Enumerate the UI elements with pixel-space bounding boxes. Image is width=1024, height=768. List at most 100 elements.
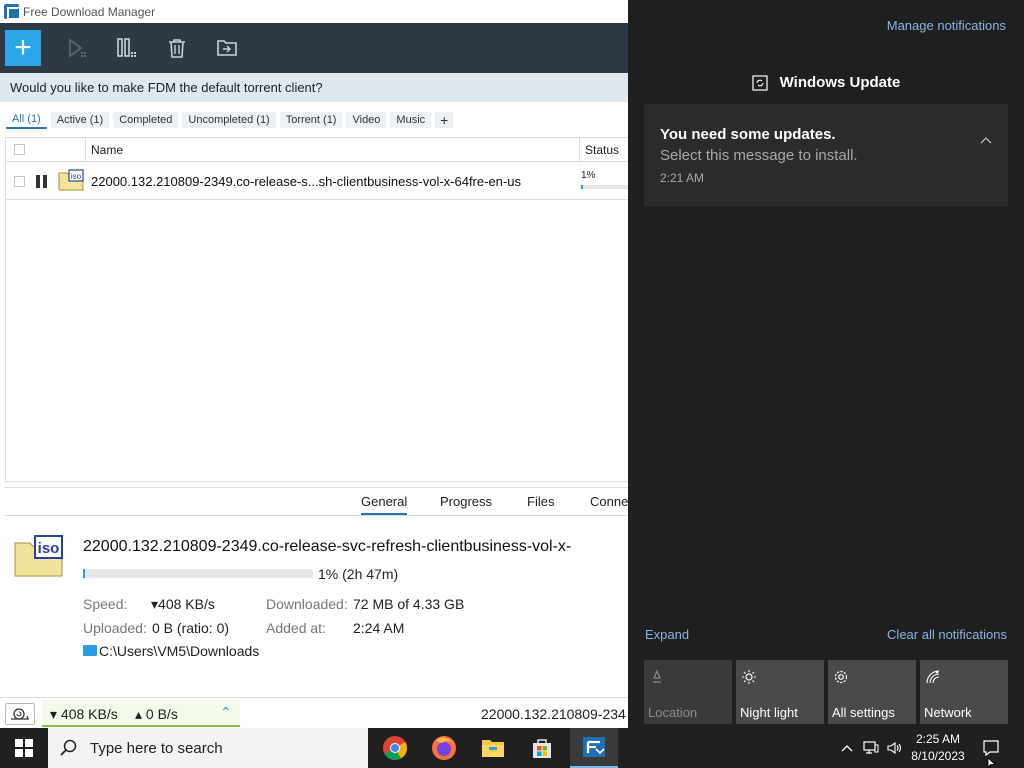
taskbar-search-box[interactable]: Type here to search bbox=[48, 728, 368, 768]
trash-icon bbox=[169, 39, 185, 58]
delete-button[interactable] bbox=[153, 23, 201, 73]
title-bar: Free Download Manager bbox=[0, 0, 628, 23]
taskbar: Type here to search 2:25 AM 8/10/2023 bbox=[0, 728, 1024, 768]
add-download-button[interactable]: + bbox=[5, 30, 41, 66]
download-path-link[interactable]: C:\Users\VM5\Downloads bbox=[99, 643, 259, 659]
downloaded-value: 72 MB of 4.33 GB bbox=[353, 596, 465, 612]
window-title: Free Download Manager bbox=[23, 4, 156, 19]
list-header: Name Status bbox=[6, 138, 628, 162]
notification-title: You need some updates. bbox=[660, 126, 836, 143]
night-light-icon bbox=[742, 670, 756, 684]
tab-general[interactable]: General bbox=[361, 494, 408, 515]
row-checkbox[interactable] bbox=[14, 176, 25, 187]
folder-icon bbox=[83, 645, 97, 656]
move-to-folder-button[interactable] bbox=[203, 23, 251, 73]
svg-text:iso: iso bbox=[38, 540, 60, 557]
clock-time: 2:25 AM bbox=[915, 732, 961, 746]
quick-action-location[interactable]: Location bbox=[644, 660, 732, 724]
banner-text: Would you like to make FDM the default t… bbox=[10, 80, 323, 95]
iso-file-icon: iso bbox=[58, 169, 84, 191]
clear-all-notifications-link[interactable]: Clear all notifications bbox=[887, 627, 1007, 642]
fdm-window: Free Download Manager + Would you like t… bbox=[0, 0, 628, 728]
pause-all-button[interactable] bbox=[103, 23, 151, 73]
chevron-up-icon[interactable]: ⌃ bbox=[220, 704, 232, 721]
manage-notifications-link[interactable]: Manage notifications bbox=[887, 18, 1006, 33]
filter-completed[interactable]: Completed bbox=[113, 111, 179, 128]
speed-value: ▾408 KB/s bbox=[151, 596, 215, 612]
iso-file-large-icon: iso bbox=[14, 535, 63, 577]
filter-uncompleted[interactable]: Uncompleted (1) bbox=[182, 111, 276, 128]
added-label: Added at: bbox=[266, 620, 326, 636]
quick-action-network[interactable]: Network bbox=[920, 660, 1008, 724]
upload-speed: ▴ 0 B/s bbox=[135, 706, 178, 722]
search-icon bbox=[60, 739, 77, 756]
taskbar-fdm[interactable] bbox=[570, 728, 618, 768]
taskbar-chrome[interactable] bbox=[371, 728, 419, 768]
details-progress-text: 1% (2h 47m) bbox=[318, 566, 399, 582]
quick-action-label: Location bbox=[648, 705, 698, 720]
status-current-file: 22000.132.210809-234 bbox=[481, 706, 626, 722]
play-icon bbox=[69, 38, 86, 58]
action-center: Manage notifications Windows Update You … bbox=[628, 0, 1024, 728]
default-torrent-banner[interactable]: Would you like to make FDM the default t… bbox=[0, 73, 628, 102]
details-file-name: 22000.132.210809-2349.co-release-svc-ref… bbox=[83, 538, 572, 555]
start-button[interactable] bbox=[0, 728, 48, 768]
taskbar-firefox[interactable] bbox=[420, 728, 468, 768]
tab-connections[interactable]: Conne bbox=[590, 494, 628, 509]
tab-progress[interactable]: Progress bbox=[440, 494, 492, 509]
notification-icon bbox=[983, 740, 999, 757]
show-hidden-icons-button[interactable] bbox=[838, 728, 856, 768]
fdm-logo-icon bbox=[4, 4, 20, 20]
row-progress-bar bbox=[581, 185, 628, 189]
taskbar-clock[interactable]: 2:25 AM 8/10/2023 bbox=[905, 731, 971, 765]
filter-video[interactable]: Video bbox=[346, 111, 387, 128]
add-filter-button[interactable]: + bbox=[435, 111, 454, 128]
windows-update-icon bbox=[752, 74, 768, 91]
filter-active[interactable]: Active (1) bbox=[50, 111, 110, 128]
uploaded-label: Uploaded: bbox=[83, 620, 147, 636]
folder-move-icon bbox=[217, 40, 237, 56]
select-all-checkbox[interactable] bbox=[14, 144, 25, 155]
clock-date: 8/10/2023 bbox=[911, 749, 965, 763]
tab-files[interactable]: Files bbox=[527, 494, 554, 509]
expand-link[interactable]: Expand bbox=[645, 627, 689, 642]
network-tray-button[interactable] bbox=[860, 728, 882, 768]
taskbar-microsoft-store[interactable] bbox=[518, 728, 566, 768]
quick-action-all-settings[interactable]: All settings bbox=[828, 660, 916, 724]
download-list: Name Status iso 22000.132.210809-2349.co… bbox=[5, 137, 628, 482]
added-value: 2:24 AM bbox=[353, 620, 405, 636]
fdm-icon bbox=[583, 737, 605, 757]
filter-all[interactable]: All (1) bbox=[6, 110, 47, 129]
speed-indicator[interactable]: ▾ 408 KB/s ▴ 0 B/s ⌃ bbox=[42, 701, 240, 727]
windows-logo-icon bbox=[15, 739, 33, 757]
toolbar: + bbox=[0, 23, 628, 73]
download-name: 22000.132.210809-2349.co-release-s...sh-… bbox=[91, 174, 521, 189]
pause-icon[interactable] bbox=[36, 175, 48, 188]
column-name[interactable]: Name bbox=[91, 143, 123, 157]
settings-gear-icon bbox=[834, 670, 848, 684]
notification-body: Select this message to install. bbox=[660, 147, 858, 164]
microsoft-store-icon bbox=[533, 739, 551, 758]
downloaded-label: Downloaded: bbox=[266, 596, 348, 612]
notification-group-title: Windows Update bbox=[779, 74, 901, 91]
status-bar: ▾ 408 KB/s ▴ 0 B/s ⌃ 22000.132.210809-23… bbox=[0, 697, 628, 728]
details-tabs: General Progress Files Conne bbox=[5, 488, 628, 516]
details-progress-bar bbox=[83, 569, 313, 578]
snail-mode-button[interactable] bbox=[5, 703, 35, 725]
notification-time: 2:21 AM bbox=[660, 171, 705, 185]
quick-action-night-light[interactable]: Night light bbox=[736, 660, 824, 724]
filter-music[interactable]: Music bbox=[390, 111, 432, 128]
collapse-chevron-icon[interactable] bbox=[979, 134, 993, 148]
uploaded-value: 0 B (ratio: 0) bbox=[152, 620, 230, 636]
download-row[interactable]: iso 22000.132.210809-2349.co-release-s..… bbox=[6, 162, 628, 200]
column-status[interactable]: Status bbox=[579, 138, 619, 162]
quick-action-label: Network bbox=[924, 705, 972, 720]
filter-torrent[interactable]: Torrent (1) bbox=[279, 111, 343, 128]
taskbar-file-explorer[interactable] bbox=[469, 728, 517, 768]
update-notification[interactable]: You need some updates. Select this messa… bbox=[644, 104, 1008, 206]
resume-button[interactable] bbox=[53, 23, 101, 73]
download-speed: ▾ 408 KB/s bbox=[50, 706, 118, 722]
download-status-percent: 1% bbox=[581, 170, 596, 181]
volume-tray-button[interactable] bbox=[884, 728, 906, 768]
filter-tabs: All (1) Active (1) Completed Uncompleted… bbox=[0, 102, 628, 137]
